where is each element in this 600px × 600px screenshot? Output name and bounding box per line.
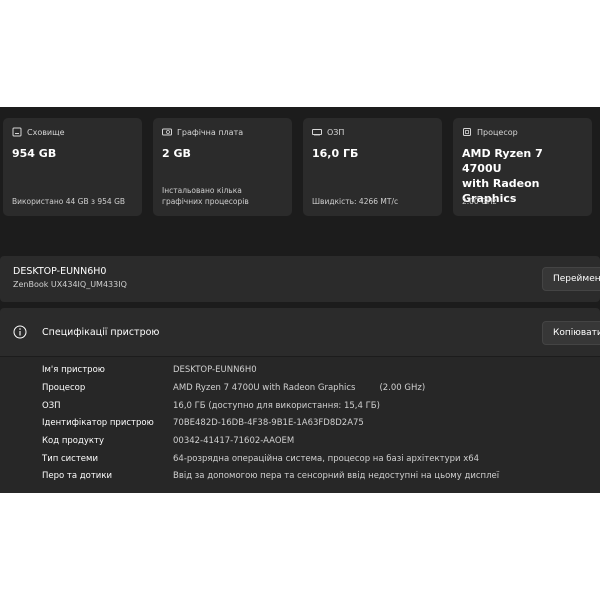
spec-row-processor: Процесор AMD Ryzen 7 4700U with Radeon G… (0, 383, 600, 400)
device-name: DESKTOP-EUNN6H0 (13, 266, 107, 277)
storage-icon (12, 127, 22, 137)
storage-card-value: 954 GB (12, 147, 57, 160)
graphics-card-header: Графічна плата (162, 126, 283, 138)
spec-row-product-id: Код продукту 00342-41417-71602-AAOEM (0, 436, 600, 453)
spec-row-device-id: Ідентифікатор пристрою 70BE482D-16DB-4F3… (0, 418, 600, 435)
spec-label: Процесор (42, 383, 86, 393)
spec-row-device-name: Ім'я пристрою DESKTOP-EUNN6H0 (0, 365, 600, 382)
ram-icon (312, 129, 322, 136)
spec-value: 16,0 ГБ (доступно для використання: 15,4… (173, 401, 380, 411)
storage-card-title: Сховище (27, 127, 65, 137)
spec-value: 64-розрядна операційна система, процесор… (173, 454, 480, 464)
storage-card[interactable]: Сховище 954 GB Використано 44 GB з 954 G… (3, 118, 142, 216)
ram-card-speed: Швидкість: 4266 МТ/с (312, 197, 399, 206)
spec-value: AMD Ryzen 7 4700U with Radeon Graphics (173, 383, 356, 393)
device-specifications-header[interactable]: Специфікації пристрою Копіювати (0, 308, 600, 356)
storage-card-usage: Використано 44 GB з 954 GB (12, 197, 126, 206)
spec-value: Ввід за допомогою пера та сенсорний ввід… (173, 471, 500, 481)
spec-label: ОЗП (42, 401, 61, 411)
processor-card[interactable]: Процесор AMD Ryzen 7 4700U with Radeon G… (453, 118, 592, 216)
spec-row-pen-touch: Перо та дотики Ввід за допомогою пера та… (0, 471, 600, 488)
spec-value: DESKTOP-EUNN6H0 (173, 365, 257, 375)
copy-button[interactable]: Копіювати (542, 321, 600, 345)
graphics-card-value: 2 GB (162, 147, 191, 160)
device-specifications-list: Ім'я пристрою DESKTOP-EUNN6H0 Процесор A… (0, 357, 600, 493)
graphics-card-note-line-1: Інстальовано кілька (162, 186, 242, 195)
processor-icon (463, 128, 471, 136)
processor-card-value-line-1: AMD Ryzen 7 4700U (462, 147, 543, 175)
spec-value-group: AMD Ryzen 7 4700U with Radeon Graphics (2… (173, 383, 425, 393)
spec-row-ram: ОЗП 16,0 ГБ (доступно для використання: … (0, 401, 600, 418)
processor-card-header: Процесор (462, 126, 583, 138)
processor-card-title: Процесор (477, 127, 518, 137)
graphics-card-icon (162, 128, 172, 136)
device-specifications-title: Специфікації пристрою (42, 327, 160, 338)
spec-value: 70BE482D-16DB-4F38-9B1E-1A63FD8D2A75 (173, 418, 364, 428)
ram-card-value: 16,0 ГБ (312, 147, 359, 160)
graphics-card-note-line-2: графічних процесорів (162, 197, 249, 206)
ram-card[interactable]: ОЗП 16,0 ГБ Швидкість: 4266 МТ/с (303, 118, 442, 216)
info-icon (13, 325, 27, 339)
storage-card-header: Сховище (12, 126, 133, 138)
ram-card-header: ОЗП (312, 126, 433, 138)
spec-value: 00342-41417-71602-AAOEM (173, 436, 295, 446)
spec-value-extra: (2.00 GHz) (379, 383, 426, 393)
spec-label: Код продукту (42, 436, 104, 446)
processor-card-frequency: 2.00 GHz (462, 197, 497, 206)
ram-card-title: ОЗП (327, 127, 345, 137)
spec-label: Ідентифікатор пристрою (42, 418, 154, 428)
graphics-card-title: Графічна плата (177, 127, 244, 137)
graphics-card[interactable]: Графічна плата 2 GB Інстальовано кілька … (153, 118, 292, 216)
spec-label: Тип системи (42, 454, 98, 464)
device-name-row: DESKTOP-EUNN6H0 ZenBook UX434IQ_UM433IQ … (0, 256, 600, 302)
spec-row-system-type: Тип системи 64-розрядна операційна систе… (0, 454, 600, 471)
device-model: ZenBook UX434IQ_UM433IQ (13, 280, 127, 289)
system-about-window: Сховище 954 GB Використано 44 GB з 954 G… (0, 107, 600, 493)
rename-pc-button[interactable]: Перейменувати цей ПК (542, 267, 600, 291)
spec-label: Перо та дотики (42, 471, 112, 481)
spec-label: Ім'я пристрою (42, 365, 105, 375)
